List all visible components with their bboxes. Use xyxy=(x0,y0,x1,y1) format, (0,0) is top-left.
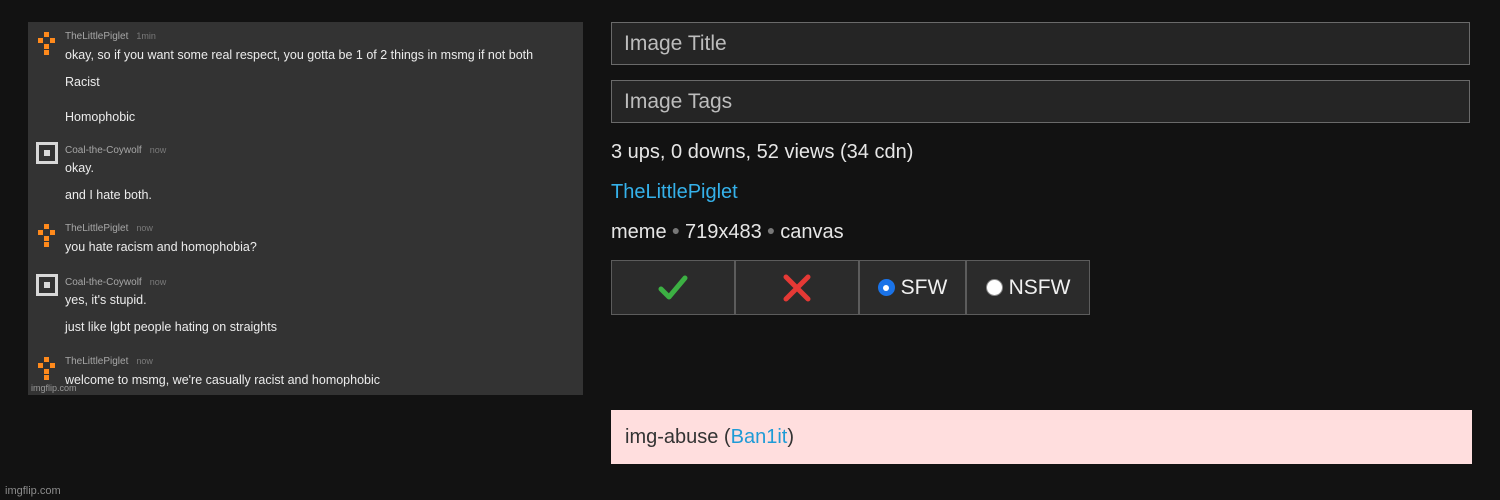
chat-timestamp: 1min xyxy=(136,31,156,41)
piglet-avatar-icon xyxy=(38,357,56,381)
site-watermark: imgflip.com xyxy=(5,485,61,497)
chat-message-line: you hate racism and homophobia? xyxy=(65,240,257,254)
reject-button[interactable] xyxy=(735,260,859,315)
chat-timestamp: now xyxy=(136,223,153,233)
checkmark-icon xyxy=(658,275,688,299)
image-title-input[interactable] xyxy=(611,22,1470,65)
chat-username: TheLittlePiglet 1min xyxy=(65,31,156,42)
radio-selected-icon xyxy=(877,279,895,296)
piglet-avatar-icon xyxy=(38,224,56,248)
approve-button[interactable] xyxy=(611,260,735,315)
chat-username: Coal-the-Coywolf now xyxy=(65,145,167,156)
piglet-avatar-icon xyxy=(38,32,56,56)
coal-avatar-icon xyxy=(36,274,58,296)
chat-message-line: Homophobic xyxy=(65,110,136,124)
chat-screenshot: TheLittlePiglet 1min okay, so if you want… xyxy=(28,22,583,395)
nsfw-label: NSFW xyxy=(1008,275,1071,299)
chat-message-line: and I hate both. xyxy=(65,188,152,202)
chat-message-line: okay, so if you want some real respect, … xyxy=(65,48,534,62)
chat-message-line: Racist xyxy=(65,75,100,89)
radio-unselected-icon xyxy=(985,279,1003,296)
abuse-suffix: ) xyxy=(787,426,794,448)
image-meta: meme ● 719x483 ● canvas xyxy=(611,221,844,244)
chat-message-line: okay. xyxy=(65,161,94,175)
image-tags-input[interactable] xyxy=(611,80,1470,123)
abuse-prefix: img-abuse ( xyxy=(625,426,731,448)
chat-timestamp: now xyxy=(149,277,167,287)
sfw-label: SFW xyxy=(900,275,948,299)
separator-dot: ● xyxy=(766,222,776,238)
chat-message-line: welcome to msmg, we're casually racist a… xyxy=(65,373,381,387)
stream-link[interactable]: meme xyxy=(611,221,667,243)
chat-username: TheLittlePiglet now xyxy=(65,356,153,367)
chat-message-line: yes, it's stupid. xyxy=(65,293,147,307)
chat-message-line: just like lgbt people hating on straight… xyxy=(65,320,277,334)
image-dimensions: 719x483 xyxy=(685,221,762,243)
coal-avatar-icon xyxy=(36,142,58,164)
image-watermark: imgflip.com xyxy=(31,383,77,393)
author-link[interactable]: TheLittlePiglet xyxy=(611,181,738,204)
image-stats: 3 ups, 0 downs, 52 views (34 cdn) xyxy=(611,141,914,163)
chat-username: Coal-the-Coywolf now xyxy=(65,277,167,288)
x-icon xyxy=(783,274,811,301)
nsfw-radio-button[interactable]: NSFW xyxy=(966,260,1090,315)
abuse-user-link[interactable]: Ban1it xyxy=(731,426,788,448)
image-source: canvas xyxy=(780,221,844,243)
separator-dot: ● xyxy=(671,222,681,238)
chat-username: TheLittlePiglet now xyxy=(65,223,153,234)
abuse-notice: img-abuse (Ban1it) xyxy=(611,410,1472,464)
sfw-radio-button[interactable]: SFW xyxy=(859,260,966,315)
chat-timestamp: now xyxy=(136,356,153,366)
chat-timestamp: now xyxy=(149,145,167,155)
